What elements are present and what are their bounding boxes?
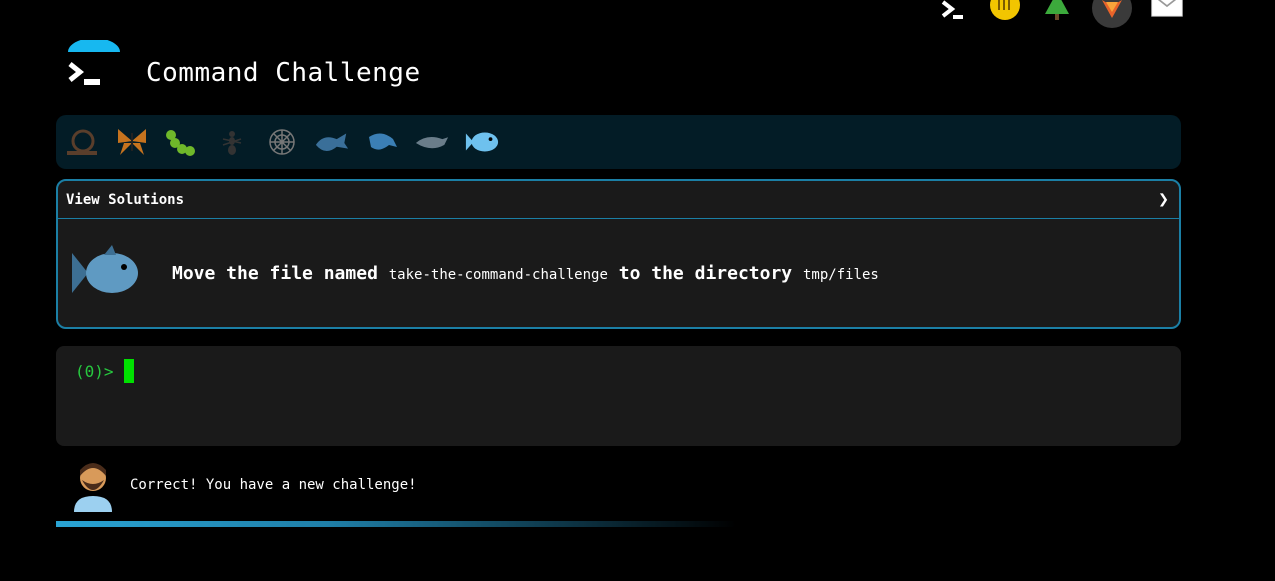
caterpillar-icon[interactable]: [164, 124, 200, 160]
challenge-dir-name: tmp/files: [802, 266, 879, 283]
snail-icon[interactable]: [64, 124, 100, 160]
challenge-body: Move the file named take-the-command-cha…: [58, 219, 1179, 327]
butterfly-icon[interactable]: [114, 124, 150, 160]
dolphin-icon[interactable]: [414, 124, 450, 160]
hand-icon[interactable]: [988, 0, 1022, 22]
challenge-text-before: Move the file named: [172, 262, 389, 284]
tree-icon[interactable]: [1040, 0, 1074, 22]
logo-icon: [66, 38, 120, 100]
view-solutions-label: View Solutions: [66, 191, 185, 208]
terminal-prompt: (0)>: [75, 362, 114, 381]
spiderweb-icon[interactable]: [264, 124, 300, 160]
progress-bar: [56, 521, 736, 527]
challenge-panel: View Solutions ❯ Move the file named tak…: [56, 179, 1181, 329]
top-icon-bar: [936, 0, 1184, 28]
feedback-area: Correct! You have a new challenge!: [70, 458, 417, 512]
fox-icon[interactable]: [1092, 0, 1132, 28]
whale-icon[interactable]: [314, 124, 350, 160]
view-solutions-toggle[interactable]: View Solutions ❯: [58, 181, 1179, 219]
avatar: [70, 458, 116, 512]
level-selector: [56, 115, 1181, 169]
terminal-icon[interactable]: [936, 0, 970, 22]
chevron-right-icon: ❯: [1158, 189, 1169, 210]
challenge-description: Move the file named take-the-command-cha…: [172, 263, 879, 284]
dolphin-icon[interactable]: [364, 124, 400, 160]
terminal-input[interactable]: (0)>: [56, 346, 1181, 446]
ant-icon[interactable]: [214, 124, 250, 160]
challenge-file-name: take-the-command-challenge: [388, 266, 608, 283]
fish-icon: [70, 243, 142, 303]
feedback-message: Correct! You have a new challenge!: [130, 477, 417, 493]
terminal-cursor: [124, 359, 134, 383]
challenge-text-middle: to the directory: [607, 262, 803, 284]
page-title: Command Challenge: [146, 58, 421, 88]
mail-icon[interactable]: [1150, 0, 1184, 22]
fish-icon[interactable]: [464, 124, 500, 160]
